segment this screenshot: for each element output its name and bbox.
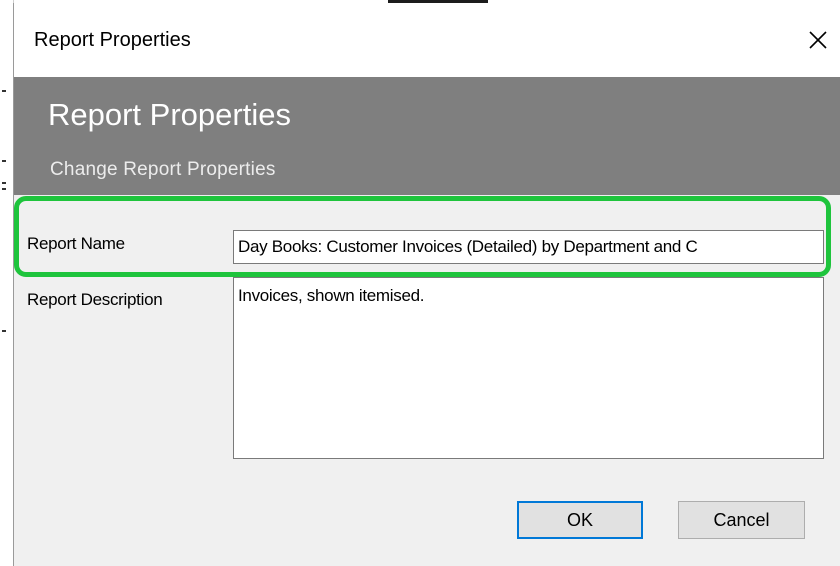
window-title: Report Properties [34,29,191,51]
report-description-input[interactable]: Invoices, shown itemised. [233,277,824,459]
title-bar: Report Properties [14,3,840,77]
header-subtitle: Change Report Properties [50,159,276,180]
cancel-button[interactable]: Cancel [678,501,805,539]
background-mark [2,188,6,190]
report-description-label: Report Description [27,290,163,309]
background-mark [2,90,6,92]
report-name-input[interactable] [233,230,824,264]
dialog-header: Report Properties Change Report Properti… [14,77,840,195]
background-mark [2,330,6,332]
report-properties-dialog: Report Properties Report Properties Chan… [13,3,840,566]
report-name-label: Report Name [27,234,125,253]
close-button[interactable] [795,17,840,63]
background-window-edge [0,0,14,566]
background-mark [2,182,6,184]
background-mark [2,160,6,162]
close-icon [809,31,827,49]
ok-button[interactable]: OK [517,501,643,539]
header-title: Report Properties [48,97,291,132]
